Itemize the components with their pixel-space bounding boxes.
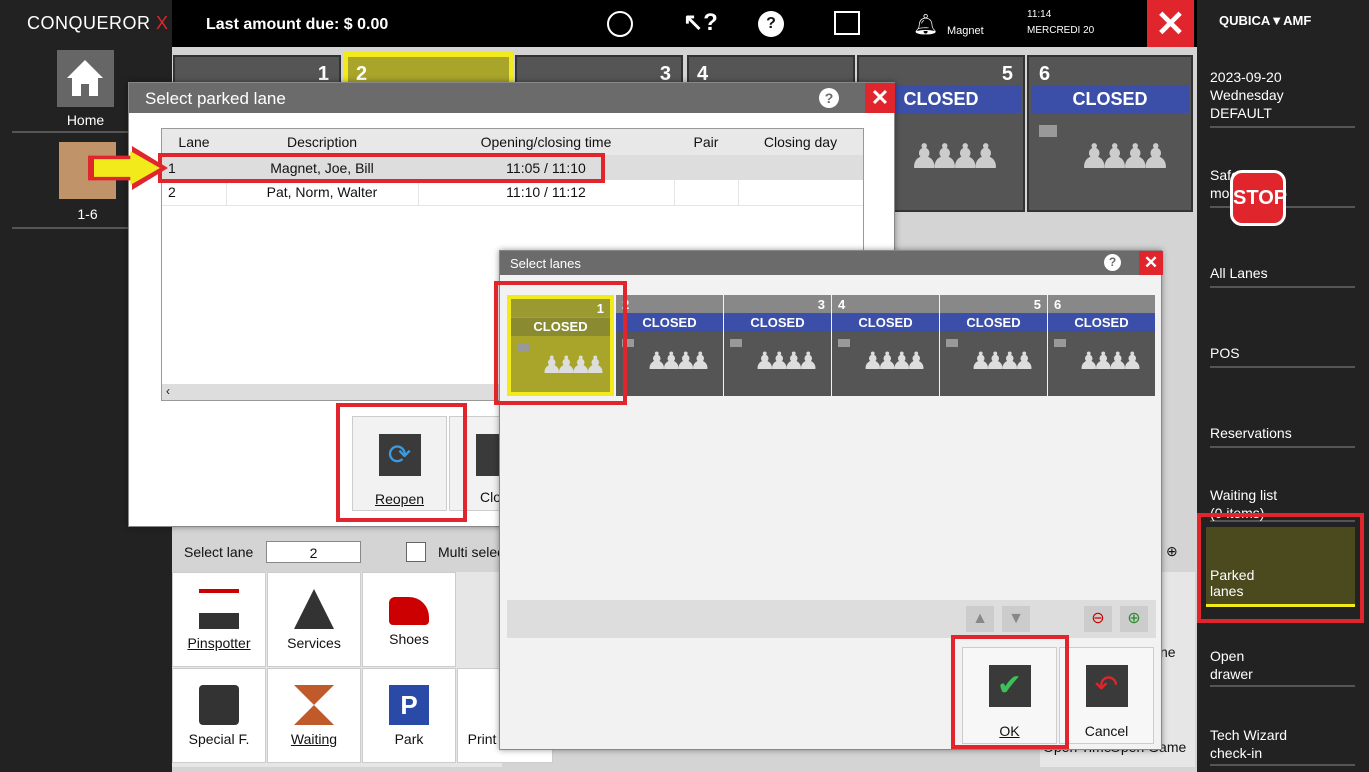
select-lane-label: Select lane bbox=[184, 544, 254, 560]
clock-date: MERCREDI 20 bbox=[1027, 25, 1095, 36]
lanes-group-label: 1-6 bbox=[77, 206, 98, 222]
shoes-button[interactable]: Shoes bbox=[362, 572, 456, 667]
zoom-out-icon[interactable]: ⊖ bbox=[1084, 606, 1112, 632]
help-icon[interactable]: ? bbox=[758, 11, 784, 37]
col-lane: Lane bbox=[178, 134, 210, 150]
shoe-icon bbox=[389, 597, 429, 625]
lane-select-5[interactable]: 5 CLOSED ♟♟♟♟ bbox=[940, 295, 1047, 396]
app-close-button[interactable]: ✕ bbox=[1147, 0, 1194, 47]
highlight-box bbox=[158, 153, 605, 183]
highlight-box bbox=[336, 403, 467, 522]
zoom-in-icon[interactable]: ⊕ bbox=[1166, 543, 1178, 560]
services-button[interactable]: Services bbox=[267, 572, 361, 667]
reservations-button[interactable]: Reservations bbox=[1210, 424, 1355, 448]
user-name: Magnet bbox=[947, 25, 984, 37]
home-icon bbox=[67, 60, 103, 96]
camera-icon bbox=[946, 339, 958, 347]
camera-icon bbox=[1054, 339, 1066, 347]
cash-register-icon[interactable] bbox=[834, 11, 860, 35]
hourglass-icon bbox=[294, 685, 334, 725]
lane-tile-6[interactable]: 6 CLOSED ♟♟♟♟ bbox=[1027, 55, 1193, 212]
col-closing-day: Closing day bbox=[763, 134, 838, 150]
lane-select-3[interactable]: 3 CLOSED ♟♟♟♟ bbox=[724, 295, 831, 396]
lane-select-2[interactable]: 2 CLOSED ♟♟♟♟ bbox=[616, 295, 723, 396]
globe-icon[interactable] bbox=[607, 11, 633, 37]
pins-icon: ♟♟♟♟ bbox=[1078, 348, 1143, 375]
pinspotter-icon bbox=[199, 589, 239, 629]
cancel-button[interactable]: ↶ Cancel bbox=[1059, 647, 1154, 744]
parking-icon: P bbox=[389, 685, 429, 725]
pins-icon: ♟♟♟♟ bbox=[1079, 138, 1171, 176]
tech-wizard-button[interactable]: Tech Wizard check-in bbox=[1210, 726, 1355, 766]
last-amount-due: Last amount due: $ 0.00 bbox=[206, 16, 389, 33]
pins-icon: ♟♟♟♟ bbox=[970, 348, 1035, 375]
pins-icon: ♟♟♟♟ bbox=[754, 348, 819, 375]
all-lanes-button[interactable]: All Lanes bbox=[1210, 264, 1355, 288]
vendor-logo: QUBICA▼AMF bbox=[1219, 13, 1312, 28]
highlight-box bbox=[951, 635, 1069, 749]
waiting-button[interactable]: Waiting bbox=[267, 668, 361, 763]
lane-select-4[interactable]: 4 CLOSED ♟♟♟♟ bbox=[832, 295, 939, 396]
help-icon[interactable]: ? bbox=[1104, 254, 1121, 271]
stop-icon[interactable]: STOP bbox=[1230, 170, 1287, 226]
park-button[interactable]: P Park bbox=[362, 668, 456, 763]
col-description: Description bbox=[286, 134, 358, 150]
pinspotter-button[interactable]: Pinspotter bbox=[172, 572, 266, 667]
highlight-box bbox=[494, 281, 627, 405]
dialog-title: Select parked lane bbox=[145, 89, 286, 108]
special-functions-button[interactable]: Special F. bbox=[172, 668, 266, 763]
pins-icon: ♟♟♟♟ bbox=[862, 348, 927, 375]
camera-icon bbox=[838, 339, 850, 347]
dialog-title: Select lanes bbox=[510, 256, 581, 271]
dialog-title-bar: Select lanes bbox=[500, 251, 1161, 275]
help-icon[interactable]: ? bbox=[819, 88, 839, 108]
right-label-ne: ne bbox=[1160, 644, 1176, 660]
date-info: 2023-09-20 Wednesday DEFAULT bbox=[1210, 68, 1355, 128]
pins-icon: ♟♟♟♟ bbox=[646, 348, 711, 375]
table-row[interactable]: 2 Pat, Norm, Walter 11:10 / 11:12 bbox=[162, 180, 863, 205]
pins-icon: ♟♟♟♟ bbox=[909, 138, 1001, 176]
lane-select-6[interactable]: 6 CLOSED ♟♟♟♟ bbox=[1048, 295, 1155, 396]
home-button[interactable] bbox=[57, 50, 114, 107]
open-drawer-button[interactable]: Open drawer bbox=[1210, 647, 1355, 687]
scroll-down-icon[interactable]: ▼ bbox=[1002, 606, 1030, 632]
col-opening-time: Opening/closing time bbox=[480, 134, 612, 150]
multi-select-checkbox[interactable] bbox=[406, 542, 426, 562]
highlight-box bbox=[1197, 513, 1364, 623]
dialog-title-bar: Select parked lane bbox=[129, 83, 894, 113]
pos-button[interactable]: POS bbox=[1210, 344, 1355, 368]
services-warning-icon bbox=[294, 589, 334, 629]
multi-select-label: Multi select bbox=[438, 544, 509, 560]
dialog-close-button[interactable]: ✕ bbox=[865, 83, 895, 113]
scroll-up-icon[interactable]: ▲ bbox=[966, 606, 994, 632]
col-pair: Pair bbox=[693, 134, 719, 150]
undo-icon: ↶ bbox=[1085, 665, 1128, 707]
pointer-help-icon[interactable]: ↖? bbox=[683, 8, 718, 37]
camera-icon bbox=[730, 339, 742, 347]
zoom-in-icon[interactable]: ⊕ bbox=[1120, 606, 1148, 632]
bell-icon[interactable]: 🔔︎ bbox=[913, 12, 938, 37]
camera-icon bbox=[1039, 125, 1057, 137]
brand-logo: CONQUEROR X bbox=[27, 13, 169, 33]
dialog-close-button[interactable]: ✕ bbox=[1139, 251, 1163, 275]
home-label: Home bbox=[66, 112, 105, 128]
select-lane-input[interactable]: 2 bbox=[266, 541, 361, 563]
sliders-icon bbox=[199, 685, 239, 725]
lanes-grid-footer bbox=[507, 600, 1156, 638]
clock-time: 11:14 bbox=[1027, 9, 1052, 20]
